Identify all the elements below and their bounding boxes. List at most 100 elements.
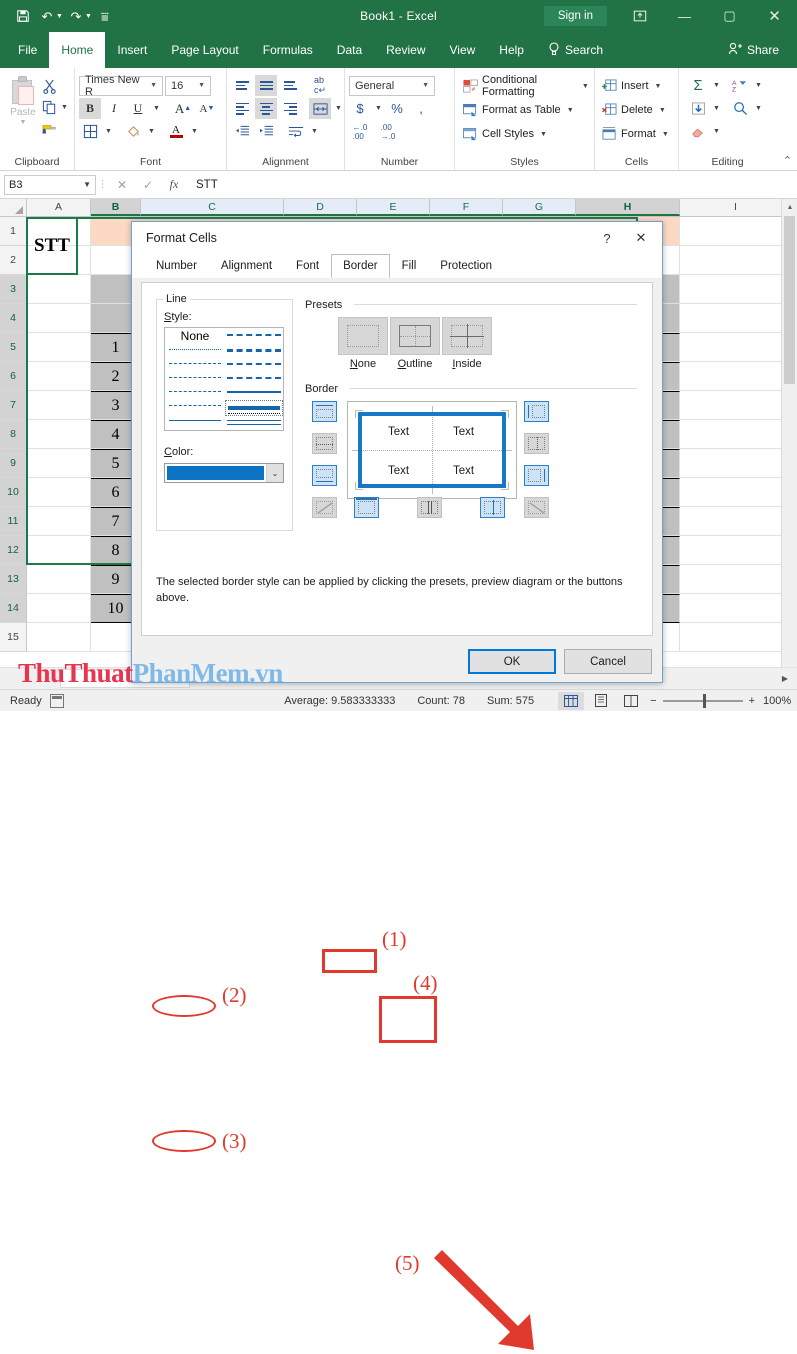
border-diagonal-down-button[interactable] [524, 497, 549, 518]
row-header-15[interactable]: 15 [0, 623, 27, 652]
zoom-slider[interactable] [662, 693, 743, 708]
cell-a7[interactable] [27, 391, 91, 420]
cell-styles-button[interactable]: Cell Styles ▼ [463, 122, 549, 146]
column-header-i[interactable]: I [680, 199, 792, 216]
cell-a11[interactable] [27, 507, 91, 536]
orientation-button[interactable]: ab c↵ [309, 75, 331, 96]
line-style-medium-dash-dot-dot[interactable] [227, 349, 281, 352]
cell-a8[interactable] [27, 420, 91, 449]
line-style-dash-dot[interactable] [169, 391, 221, 393]
font-name-caret[interactable]: ▼ [147, 82, 160, 89]
find-and-select-caret[interactable]: ▼ [753, 105, 764, 112]
preset-inside-button[interactable] [442, 317, 492, 355]
cell-a6[interactable] [27, 362, 91, 391]
align-middle-button[interactable] [255, 75, 277, 96]
formula-input[interactable]: STT [187, 175, 793, 195]
number-format-caret[interactable]: ▼ [419, 82, 432, 89]
delete-caret[interactable]: ▼ [657, 107, 668, 114]
autosum-caret[interactable]: ▼ [711, 82, 722, 89]
line-style-grid[interactable]: None [164, 327, 284, 431]
line-style-dash-dot-thick[interactable] [227, 334, 281, 337]
tab-home[interactable]: Home [49, 32, 106, 68]
sort-and-filter-caret[interactable]: ▼ [753, 82, 764, 89]
align-top-button[interactable] [231, 75, 253, 96]
accounting-format-button[interactable]: $ [349, 98, 371, 119]
row-header-1[interactable]: 1 [0, 217, 27, 246]
paste-button[interactable]: Paste ▼ [4, 74, 42, 126]
column-header-c[interactable]: C [141, 199, 284, 216]
fill-color-dropdown-caret[interactable]: ▼ [146, 128, 157, 135]
cell-a10[interactable] [27, 478, 91, 507]
close-icon[interactable]: ✕ [624, 223, 658, 253]
autosum-button[interactable]: Σ [687, 75, 709, 96]
cell-i10[interactable] [680, 478, 792, 507]
cell-i4[interactable] [680, 304, 792, 333]
fill-color-button[interactable] [122, 121, 144, 142]
delete-cells-button[interactable]: Delete ▼ [602, 98, 668, 122]
border-right-button[interactable] [524, 465, 549, 486]
scroll-up-button[interactable]: ▲ [782, 199, 797, 215]
cell-i15[interactable] [680, 623, 792, 652]
dialog-tab-alignment[interactable]: Alignment [209, 254, 284, 278]
align-left-button[interactable] [231, 98, 253, 119]
preset-none-button[interactable] [338, 317, 388, 355]
cell-a12[interactable] [27, 536, 91, 565]
align-bottom-button[interactable] [279, 75, 301, 96]
copy-dropdown-caret[interactable]: ▼ [59, 104, 70, 111]
bold-button[interactable]: B [79, 98, 101, 119]
cut-button[interactable] [42, 77, 70, 96]
format-painter-button[interactable] [42, 119, 70, 138]
align-center-button[interactable] [255, 98, 277, 119]
line-style-fine-dash[interactable] [169, 363, 221, 365]
underline-button[interactable]: U [127, 98, 149, 119]
number-format-combo[interactable]: General ▼ [349, 75, 435, 96]
vertical-scrollbar[interactable]: ▲ ▼ [781, 199, 797, 689]
merge-dropdown-caret[interactable]: ▼ [333, 105, 344, 112]
cell-i13[interactable] [680, 565, 792, 594]
dialog-tab-fill[interactable]: Fill [390, 254, 429, 278]
border-bottom-button[interactable] [312, 465, 337, 486]
share-button[interactable]: Share [724, 42, 783, 58]
cell-i11[interactable] [680, 507, 792, 536]
insert-function-icon[interactable]: fx [161, 175, 187, 195]
hscroll-right-button[interactable]: ▶ [777, 671, 793, 687]
cell-i7[interactable] [680, 391, 792, 420]
cell-a15[interactable] [27, 623, 91, 652]
vertical-scroll-thumb[interactable] [784, 216, 795, 384]
find-and-select-button[interactable] [729, 98, 751, 119]
column-header-g[interactable]: G [503, 199, 576, 216]
line-style-medium-solid[interactable] [227, 391, 281, 394]
font-color-button[interactable]: A [165, 121, 187, 142]
format-caret[interactable]: ▼ [660, 131, 671, 138]
chevron-down-icon[interactable]: ⌄ [266, 464, 283, 482]
tab-review[interactable]: Review [374, 32, 437, 68]
row-header-5[interactable]: 5 [0, 333, 27, 362]
cell-a1[interactable] [27, 217, 91, 246]
wrap-text-button[interactable] [285, 121, 307, 142]
cell-i6[interactable] [680, 362, 792, 391]
cell-i2[interactable] [680, 246, 792, 275]
cell-a2[interactable] [27, 246, 91, 275]
border-preview-diagram[interactable]: Text Text Text Text [347, 401, 517, 499]
tab-insert[interactable]: Insert [105, 32, 159, 68]
line-style-thin-solid[interactable] [169, 420, 221, 422]
row-header-8[interactable]: 8 [0, 420, 27, 449]
normal-view-button[interactable] [558, 691, 585, 710]
sort-and-filter-button[interactable]: AZ [729, 75, 751, 96]
fill-button[interactable] [687, 98, 709, 119]
fill-caret[interactable]: ▼ [711, 105, 722, 112]
line-style-dash-dot-dot[interactable] [169, 405, 221, 407]
cell-a14[interactable] [27, 594, 91, 623]
border-bottom-edge-button[interactable] [354, 497, 379, 518]
row-header-10[interactable]: 10 [0, 478, 27, 507]
cell-a13[interactable] [27, 565, 91, 594]
cell-i1[interactable] [680, 217, 792, 246]
comma-style-button[interactable]: , [410, 98, 432, 119]
cancel-button[interactable]: Cancel [564, 649, 652, 674]
column-header-e[interactable]: E [357, 199, 430, 216]
border-top-button[interactable] [312, 401, 337, 422]
name-box-caret[interactable]: ▼ [83, 180, 91, 189]
page-break-view-button[interactable] [618, 692, 644, 710]
page-layout-view-button[interactable] [588, 692, 614, 710]
copy-button[interactable]: ▼ [42, 98, 70, 117]
